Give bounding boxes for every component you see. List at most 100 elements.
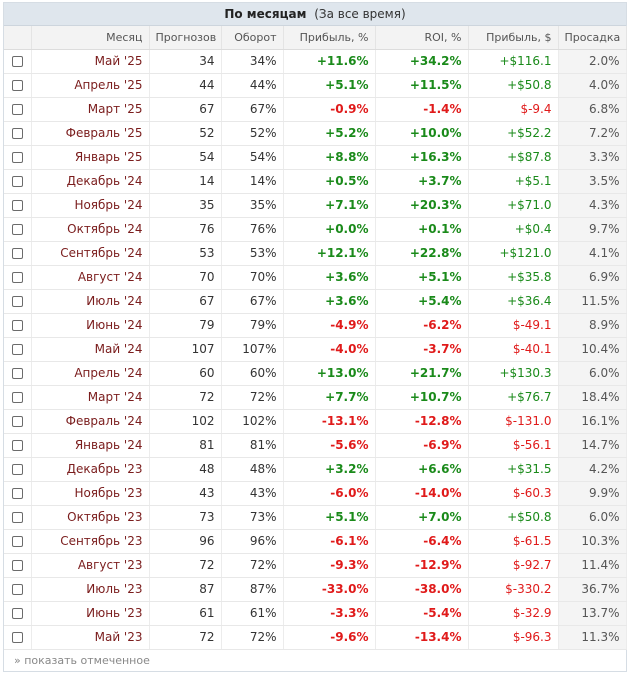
drawdown-cell: 3.5% (558, 169, 627, 194)
row-checkbox[interactable] (11, 608, 23, 619)
row-checkbox-cell (4, 529, 32, 554)
row-checkbox[interactable] (11, 200, 23, 211)
row-checkbox[interactable] (11, 584, 23, 595)
row-checkbox[interactable] (11, 440, 23, 451)
header-roi[interactable]: ROI, % (375, 26, 469, 50)
row-checkbox[interactable] (11, 560, 23, 571)
roi-cell: -5.4% (375, 601, 469, 626)
row-checkbox[interactable] (11, 104, 23, 115)
row-checkbox[interactable] (11, 320, 23, 331)
table-row: Июнь '24 79 79% -4.9% -6.2% $-49.1 8.9% (4, 313, 627, 338)
profit-pct-cell: +3.6% (283, 265, 376, 290)
turnover-cell: 53% (221, 241, 284, 266)
turnover-cell: 72% (221, 553, 284, 578)
row-checkbox[interactable] (11, 488, 23, 499)
header-profit-usd[interactable]: Прибыль, $ (468, 26, 559, 50)
turnover-cell: 14% (221, 169, 284, 194)
table-row: Январь '24 81 81% -5.6% -6.9% $-56.1 14.7% (4, 433, 627, 458)
row-checkbox[interactable] (11, 368, 23, 379)
profit-usd-cell: +$116.1 (468, 49, 559, 74)
row-checkbox[interactable] (11, 536, 23, 547)
profit-pct-cell: -4.9% (283, 313, 376, 338)
forecasts-cell: 87 (149, 577, 222, 602)
turnover-cell: 72% (221, 385, 284, 410)
row-checkbox[interactable] (11, 176, 23, 187)
drawdown-cell: 18.4% (558, 385, 627, 410)
caption-title: По месяцам (224, 7, 307, 21)
profit-usd-cell: +$0.4 (468, 217, 559, 242)
profit-pct-cell: -33.0% (283, 577, 376, 602)
roi-cell: -12.8% (375, 409, 469, 434)
row-checkbox[interactable] (11, 464, 23, 475)
drawdown-cell: 2.0% (558, 49, 627, 74)
row-checkbox[interactable] (11, 512, 23, 523)
row-checkbox-cell (4, 601, 32, 626)
month-cell: Май '23 (31, 625, 150, 650)
header-drawdown[interactable]: Просадка (558, 26, 627, 50)
header-profit-pct[interactable]: Прибыль, % (283, 26, 376, 50)
profit-pct-cell: -6.1% (283, 529, 376, 554)
row-checkbox[interactable] (11, 344, 23, 355)
row-checkbox[interactable] (11, 152, 23, 163)
show-selected-link[interactable]: » показать отмеченное (4, 650, 626, 671)
drawdown-cell: 13.7% (558, 601, 627, 626)
row-checkbox[interactable] (11, 632, 23, 643)
table-body: Май '25 34 34% +11.6% +34.2% +$116.1 2.0% Апрел… (4, 49, 627, 650)
row-checkbox-cell (4, 457, 32, 482)
profit-usd-cell: +$130.3 (468, 361, 559, 386)
drawdown-cell: 6.0% (558, 505, 627, 530)
profit-pct-cell: +7.7% (283, 385, 376, 410)
drawdown-cell: 36.7% (558, 577, 627, 602)
header-month[interactable]: Месяц (31, 26, 150, 50)
month-cell: Март '24 (31, 385, 150, 410)
drawdown-cell: 11.5% (558, 289, 627, 314)
month-cell: Январь '25 (31, 145, 150, 170)
table-row: Февраль '25 52 52% +5.2% +10.0% +$52.2 7.2% (4, 121, 627, 146)
row-checkbox-cell (4, 265, 32, 290)
turnover-cell: 76% (221, 217, 284, 242)
row-checkbox[interactable] (11, 416, 23, 427)
forecasts-cell: 54 (149, 145, 222, 170)
table-row: Октябрь '23 73 73% +5.1% +7.0% +$50.8 6.0% (4, 505, 627, 530)
row-checkbox[interactable] (11, 224, 23, 235)
table-row: Декабрь '23 48 48% +3.2% +6.6% +$31.5 4.2% (4, 457, 627, 482)
roi-cell: -12.9% (375, 553, 469, 578)
table-header-row: Месяц Прогнозов Оборот Прибыль, % ROI, %… (4, 26, 627, 50)
row-checkbox-cell (4, 49, 32, 74)
row-checkbox[interactable] (11, 56, 23, 67)
forecasts-cell: 61 (149, 601, 222, 626)
month-cell: Июнь '24 (31, 313, 150, 338)
forecasts-cell: 44 (149, 73, 222, 98)
turnover-cell: 67% (221, 97, 284, 122)
header-forecasts[interactable]: Прогнозов (149, 26, 222, 50)
turnover-cell: 48% (221, 457, 284, 482)
table-row: Апрель '24 60 60% +13.0% +21.7% +$130.3 6.0% (4, 361, 627, 386)
profit-usd-cell: $-61.5 (468, 529, 559, 554)
profit-pct-cell: +12.1% (283, 241, 376, 266)
forecasts-cell: 79 (149, 313, 222, 338)
roi-cell: -6.4% (375, 529, 469, 554)
row-checkbox[interactable] (11, 296, 23, 307)
turnover-cell: 70% (221, 265, 284, 290)
row-checkbox-cell (4, 121, 32, 146)
turnover-cell: 79% (221, 313, 284, 338)
header-turnover[interactable]: Оборот (221, 26, 284, 50)
drawdown-cell: 11.3% (558, 625, 627, 650)
turnover-cell: 43% (221, 481, 284, 506)
row-checkbox[interactable] (11, 392, 23, 403)
table-row: Май '25 34 34% +11.6% +34.2% +$116.1 2.0% (4, 49, 627, 74)
profit-pct-cell: +7.1% (283, 193, 376, 218)
profit-usd-cell: +$121.0 (468, 241, 559, 266)
turnover-cell: 87% (221, 577, 284, 602)
row-checkbox-cell (4, 313, 32, 338)
month-cell: Декабрь '24 (31, 169, 150, 194)
row-checkbox[interactable] (11, 272, 23, 283)
turnover-cell: 61% (221, 601, 284, 626)
profit-pct-cell: +13.0% (283, 361, 376, 386)
row-checkbox-cell (4, 241, 32, 266)
row-checkbox[interactable] (11, 80, 23, 91)
row-checkbox[interactable] (11, 248, 23, 259)
row-checkbox[interactable] (11, 128, 23, 139)
forecasts-cell: 81 (149, 433, 222, 458)
profit-pct-cell: -3.3% (283, 601, 376, 626)
